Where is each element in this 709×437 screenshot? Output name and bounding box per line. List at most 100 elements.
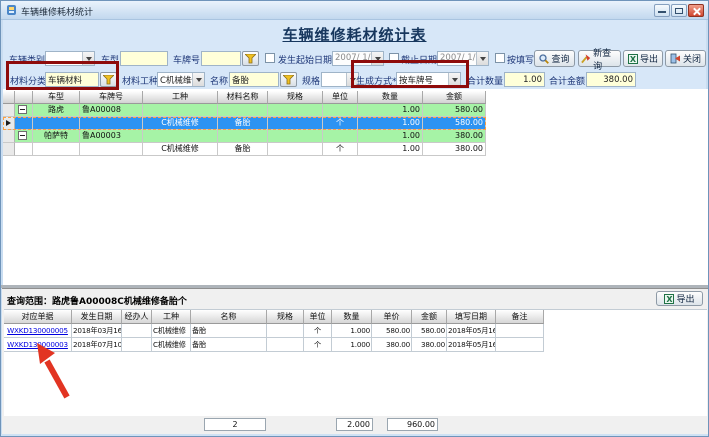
picker-funnel-icon <box>103 75 114 85</box>
close-form-button[interactable]: 关闭 <box>665 50 706 67</box>
maximize-button[interactable] <box>671 4 687 17</box>
material-worktype-label: 材料工种 <box>122 74 158 87</box>
main-table: 车型车牌号工种材料名称规格单位数量金额 路虎鲁A000081.00580.00C… <box>3 91 486 156</box>
table-row[interactable]: WXKD1300000032018年07月10日C机械维修备胎个1.000380… <box>4 338 707 352</box>
cell <box>122 324 152 338</box>
material-worktype-combo[interactable]: C机械维修 <box>157 72 205 87</box>
chevron-down-icon[interactable] <box>476 52 488 65</box>
end-date-checkbox[interactable] <box>389 53 399 63</box>
page-title: 车辆维修耗材统计表 <box>1 24 708 45</box>
collapse-minus-icon[interactable] <box>18 105 27 114</box>
excel-icon: X <box>628 54 638 64</box>
new-query-button[interactable]: 新查询 <box>578 50 621 67</box>
cell: 个 <box>304 324 332 338</box>
header-cell: 备注 <box>496 310 544 324</box>
plate-picker-button[interactable] <box>242 51 259 66</box>
cell: 380.00 <box>423 130 486 143</box>
total-amount-input[interactable] <box>586 72 636 87</box>
cell <box>323 130 358 143</box>
table-row[interactable]: 路虎鲁A000081.00580.00 <box>3 104 486 117</box>
start-date-combo[interactable]: 2007/ 1/31 <box>332 51 384 66</box>
expand-cell[interactable] <box>15 130 33 143</box>
end-date-label: 截止日期 <box>401 53 437 66</box>
export-button[interactable]: X 导出 <box>623 50 663 67</box>
header-cell: 规格 <box>267 310 304 324</box>
cell: 380.00 <box>372 338 412 352</box>
cell: 备胎 <box>218 117 268 130</box>
cell: 2018年05月16日 <box>447 324 496 338</box>
cell: 380.00 <box>423 143 486 156</box>
plate-input[interactable] <box>201 51 241 66</box>
expand-cell[interactable] <box>15 104 33 117</box>
name-input[interactable] <box>229 72 279 87</box>
cell: 1.00 <box>358 117 423 130</box>
cell: 580.00 <box>423 104 486 117</box>
chevron-down-icon[interactable] <box>371 52 383 65</box>
query-scope-text: 查询范围：路虎鲁A00008C机械维修备胎个 <box>7 294 187 307</box>
export-detail-button-label: 导出 <box>676 292 694 305</box>
cell: 个 <box>304 338 332 352</box>
app-icon <box>6 4 17 16</box>
app-window: 车辆维修耗材统计 车辆维修耗材统计表 车辆类别 车型 车牌号 发生起始日期 20… <box>0 0 709 437</box>
cell: 个 <box>323 117 358 130</box>
header-cell: 材料名称 <box>218 91 268 104</box>
doc-link[interactable]: WXKD130000005 <box>7 326 68 335</box>
by-fill-date-checkbox[interactable] <box>495 53 505 63</box>
cell: 2018年05月16日 <box>447 338 496 352</box>
table-row[interactable]: WXKD1300000052018年03月16日C机械维修备胎个1.000580… <box>4 324 707 338</box>
query-button-label: 查询 <box>551 52 569 65</box>
cell: 备胎 <box>191 324 267 338</box>
cell: 个 <box>323 143 358 156</box>
cell <box>268 117 323 130</box>
current-row-marker <box>3 117 15 130</box>
query-button[interactable]: 查询 <box>534 50 575 67</box>
minimize-button[interactable] <box>654 4 670 17</box>
close-button[interactable] <box>688 4 704 17</box>
collapse-minus-icon[interactable] <box>18 131 27 140</box>
cell <box>80 117 143 130</box>
current-row-arrow-icon <box>6 120 11 126</box>
cell: 帕萨特 <box>33 130 80 143</box>
gen-mode-combo[interactable]: 按车牌号 <box>396 72 461 87</box>
cell: C机械维修 <box>152 324 191 338</box>
cell: 鲁A00003 <box>80 130 143 143</box>
material-category-input[interactable] <box>45 72 99 87</box>
cell: 580.00 <box>372 324 412 338</box>
close-icon <box>693 8 700 15</box>
export-button-label: 导出 <box>640 52 658 65</box>
material-category-picker-button[interactable] <box>100 72 117 87</box>
header-cell: 工种 <box>143 91 218 104</box>
doc-link[interactable]: WXKD130000003 <box>7 340 68 349</box>
header-cell-blank <box>3 91 15 104</box>
summary-count-box <box>204 418 266 431</box>
vehicle-category-combo[interactable] <box>45 51 95 66</box>
cell <box>268 130 323 143</box>
start-date-checkbox[interactable] <box>265 53 275 63</box>
row-marker <box>3 130 15 143</box>
chevron-down-icon[interactable] <box>82 52 94 65</box>
end-date-combo[interactable]: 2007/ 1/31 <box>437 51 489 66</box>
header-cell: 名称 <box>191 310 267 324</box>
spec-combo[interactable] <box>321 72 359 87</box>
cell <box>33 117 80 130</box>
table-row[interactable]: C机械维修备胎个1.00380.00 <box>3 143 486 156</box>
new-query-button-label: 新查询 <box>593 46 618 72</box>
expand-cell <box>15 143 33 156</box>
export-detail-button[interactable]: X 导出 <box>656 291 703 306</box>
cell: 380.00 <box>412 338 447 352</box>
detail-table-header-row: 对应单据发生日期经办人工种名称规格单位数量单价金额填写日期备注 <box>4 310 707 324</box>
total-qty-input[interactable] <box>504 72 545 87</box>
vehicle-model-input[interactable] <box>120 51 168 66</box>
cell <box>143 130 218 143</box>
main-grid-area: 车型车牌号工种材料名称规格单位数量金额 路虎鲁A000081.00580.00C… <box>3 89 708 286</box>
name-label: 名称 <box>210 74 228 87</box>
chevron-down-icon[interactable] <box>448 73 460 86</box>
name-picker-button[interactable] <box>280 72 297 87</box>
header-cell: 规格 <box>268 91 323 104</box>
header-cell: 对应单据 <box>4 310 72 324</box>
cell <box>33 143 80 156</box>
table-row[interactable]: 帕萨特鲁A000031.00380.00 <box>3 130 486 143</box>
chevron-down-icon[interactable] <box>192 73 204 86</box>
table-row[interactable]: C机械维修备胎个1.00580.00 <box>3 117 486 130</box>
header-cell-blank <box>15 91 33 104</box>
